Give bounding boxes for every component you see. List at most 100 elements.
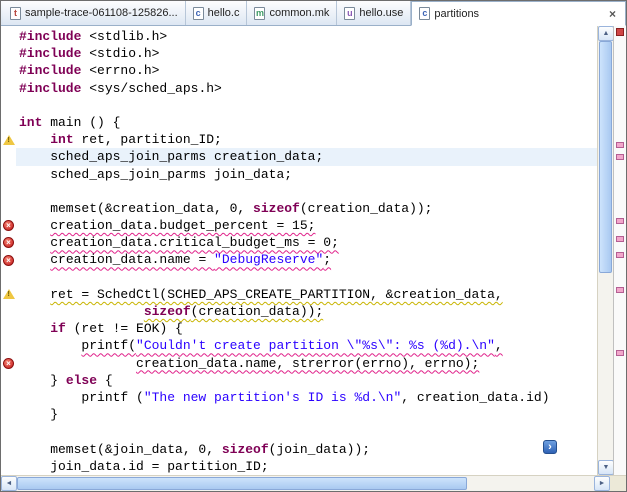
gutter-cell	[1, 372, 16, 389]
code-line-text[interactable]: creation_data.critical_budget_ms = 0;	[16, 234, 597, 251]
error-marker-icon[interactable]	[3, 237, 14, 248]
makefile-icon: m	[254, 7, 265, 20]
scroll-right-icon[interactable]: ►	[594, 476, 610, 491]
tab-hello-use[interactable]: uhello.use	[337, 1, 411, 25]
tab-partitions[interactable]: cpartitions×	[411, 1, 626, 26]
code-line[interactable]: printf ("The new partition's ID is %d.\n…	[1, 389, 597, 406]
overview-mark[interactable]	[616, 236, 624, 242]
code-line[interactable]: join_data.id = partition_ID;	[1, 458, 597, 475]
code-line-text[interactable]: int ret, partition_ID;	[16, 131, 597, 148]
scroll-down-icon[interactable]: ▼	[598, 460, 614, 475]
vertical-scrollbar[interactable]: ▲ ▼	[597, 26, 613, 475]
tab-label: sample-trace-061108-125826...	[25, 7, 178, 19]
code-line[interactable]: printf("Couldn't create partition \"%s\"…	[1, 337, 597, 354]
error-marker-icon[interactable]	[3, 358, 14, 369]
code-line[interactable]: creation_data.critical_budget_ms = 0;	[1, 234, 597, 251]
code-line-text[interactable]: if (ret != EOK) {	[16, 320, 597, 337]
overview-error-indicator[interactable]	[616, 28, 624, 36]
tab-hello-c[interactable]: chello.c	[186, 1, 248, 25]
close-tab-icon[interactable]: ×	[607, 7, 618, 21]
code-line-text[interactable]: memset(&join_data, 0, sizeof(join_data))…	[16, 441, 597, 458]
gutter-cell	[1, 337, 16, 354]
c-file-icon: c	[193, 7, 204, 20]
code-line[interactable]	[1, 269, 597, 286]
code-line[interactable]: memset(&join_data, 0, sizeof(join_data))…	[1, 441, 597, 458]
code-line[interactable]: #include <stdio.h>	[1, 45, 597, 62]
horizontal-scroll-track[interactable]	[17, 476, 594, 491]
vertical-scroll-track[interactable]	[598, 41, 613, 460]
code-line-text[interactable]	[16, 423, 597, 440]
code-line[interactable]	[1, 183, 597, 200]
code-line-text[interactable]: printf ("The new partition's ID is %d.\n…	[16, 389, 597, 406]
gutter-cell	[1, 234, 16, 251]
code-line-text[interactable]: sizeof(creation_data));	[16, 303, 597, 320]
code-line-text[interactable]: sched_aps_join_parms join_data;	[16, 166, 597, 183]
code-line[interactable]: #include <sys/sched_aps.h>	[1, 80, 597, 97]
gutter-cell	[1, 97, 16, 114]
code-line[interactable]: #include <stdlib.h>	[1, 28, 597, 45]
editor-main-area: #include <stdlib.h>#include <stdio.h>#in…	[1, 26, 626, 475]
code-line-text[interactable]: #include <stdlib.h>	[16, 28, 597, 45]
overview-mark[interactable]	[616, 287, 624, 293]
code-line-text[interactable]: int main () {	[16, 114, 597, 131]
gutter-cell	[1, 183, 16, 200]
code-line[interactable]: ret = SchedCtl(SCHED_APS_CREATE_PARTITIO…	[1, 286, 597, 303]
gutter-cell	[1, 166, 16, 183]
error-marker-icon[interactable]	[3, 220, 14, 231]
code-line[interactable]: }	[1, 406, 597, 423]
overview-mark[interactable]	[616, 218, 624, 224]
warning-marker-icon[interactable]	[3, 289, 15, 299]
tab-common-mk[interactable]: mcommon.mk	[247, 1, 337, 25]
code-line-text[interactable]: join_data.id = partition_ID;	[16, 458, 597, 475]
code-line[interactable]: int main () {	[1, 114, 597, 131]
vertical-scroll-thumb[interactable]	[599, 41, 612, 273]
code-line[interactable]: } else {	[1, 372, 597, 389]
code-line[interactable]	[1, 423, 597, 440]
code-line-text[interactable]: #include <stdio.h>	[16, 45, 597, 62]
gutter-cell	[1, 269, 16, 286]
overview-mark[interactable]	[616, 154, 624, 160]
code-line-text[interactable]: memset(&creation_data, 0, sizeof(creatio…	[16, 200, 597, 217]
code-line-text[interactable]: #include <errno.h>	[16, 62, 597, 79]
gutter-cell	[1, 28, 16, 45]
code-line-text[interactable]: #include <sys/sched_aps.h>	[16, 80, 597, 97]
code-line[interactable]: sched_aps_join_parms join_data;	[1, 166, 597, 183]
overview-mark[interactable]	[616, 142, 624, 148]
horizontal-scrollbar[interactable]: ◄ ►	[1, 476, 610, 491]
overview-mark[interactable]	[616, 350, 624, 356]
code-line[interactable]: sizeof(creation_data));	[1, 303, 597, 320]
overview-ruler[interactable]	[613, 26, 626, 475]
code-line[interactable]: #include <errno.h>	[1, 62, 597, 79]
code-editor[interactable]: #include <stdlib.h>#include <stdio.h>#in…	[1, 26, 597, 475]
code-line[interactable]: creation_data.name, strerror(errno), err…	[1, 355, 597, 372]
code-line-text[interactable]: creation_data.name = "DebugReserve";	[16, 251, 597, 268]
gutter-cell	[1, 62, 16, 79]
code-line-text[interactable]: } else {	[16, 372, 597, 389]
code-line-text[interactable]: creation_data.name, strerror(errno), err…	[16, 355, 597, 372]
scroll-up-icon[interactable]: ▲	[598, 26, 614, 41]
expand-button[interactable]: ›	[543, 440, 557, 454]
tab-sample-trace-061108-125826[interactable]: tsample-trace-061108-125826...	[3, 1, 186, 25]
warning-marker-icon[interactable]	[3, 135, 15, 145]
code-line-text[interactable]: }	[16, 406, 597, 423]
code-line[interactable]: memset(&creation_data, 0, sizeof(creatio…	[1, 200, 597, 217]
code-line-text[interactable]: printf("Couldn't create partition \"%s\"…	[16, 337, 597, 354]
overview-mark[interactable]	[616, 252, 624, 258]
gutter-cell	[1, 80, 16, 97]
scroll-left-icon[interactable]: ◄	[1, 476, 17, 491]
code-line-text[interactable]	[16, 269, 597, 286]
horizontal-scroll-thumb[interactable]	[17, 477, 467, 490]
code-line[interactable]: creation_data.name = "DebugReserve";	[1, 251, 597, 268]
code-line[interactable]	[1, 97, 597, 114]
code-line[interactable]: int ret, partition_ID;	[1, 131, 597, 148]
code-line-text[interactable]: ret = SchedCtl(SCHED_APS_CREATE_PARTITIO…	[16, 286, 597, 303]
gutter-cell	[1, 303, 16, 320]
code-line-text[interactable]	[16, 183, 597, 200]
error-marker-icon[interactable]	[3, 255, 14, 266]
code-line[interactable]: sched_aps_join_parms creation_data;	[1, 148, 597, 165]
code-line[interactable]: if (ret != EOK) {	[1, 320, 597, 337]
code-line-text[interactable]: creation_data.budget_percent = 15;	[16, 217, 597, 234]
code-line-text[interactable]	[16, 97, 597, 114]
code-line-text[interactable]: sched_aps_join_parms creation_data;	[16, 148, 597, 165]
code-line[interactable]: creation_data.budget_percent = 15;	[1, 217, 597, 234]
